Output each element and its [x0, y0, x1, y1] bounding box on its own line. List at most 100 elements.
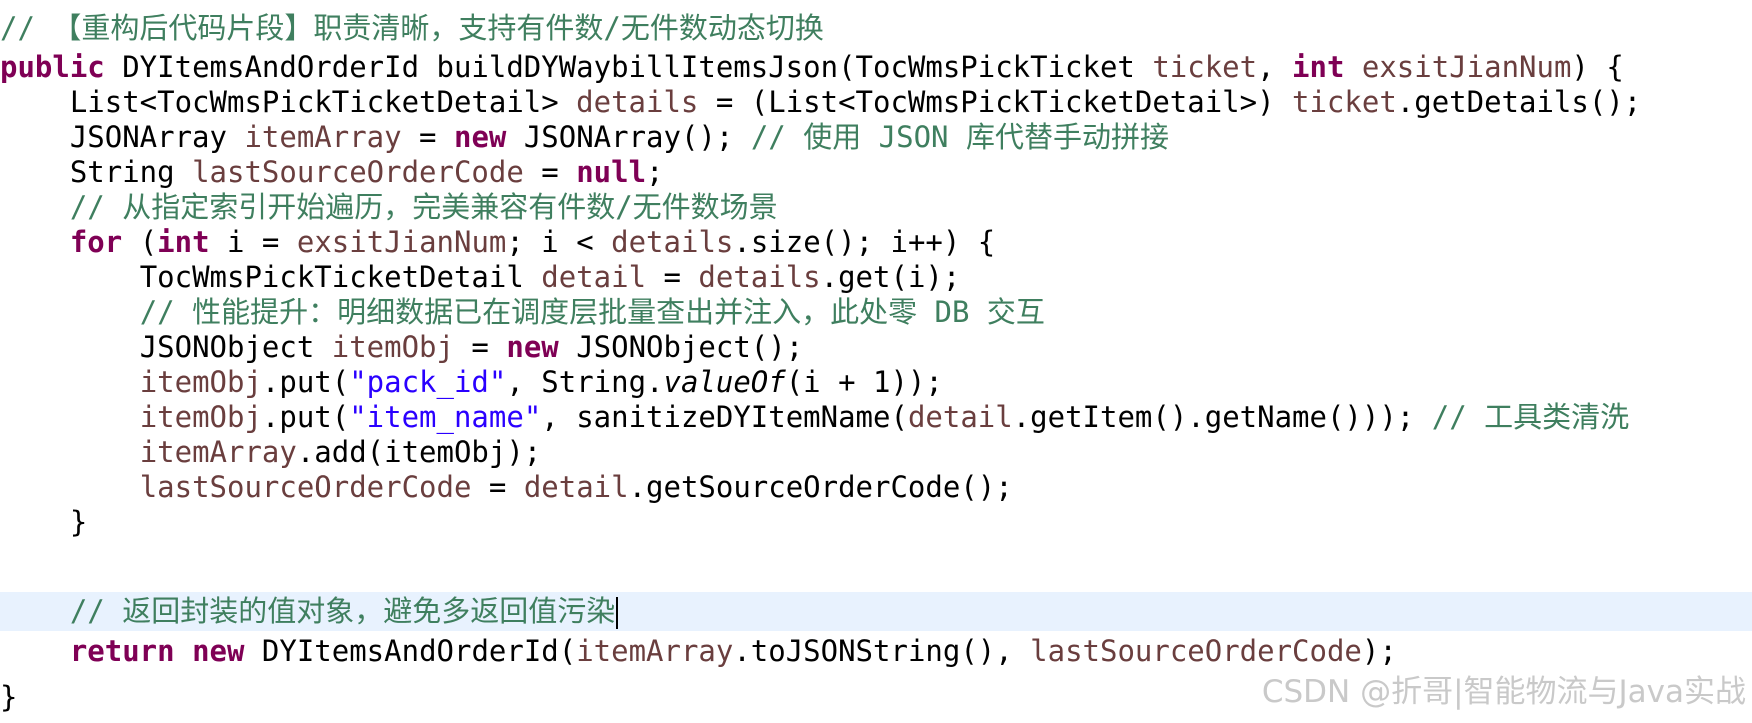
code-line-15[interactable]: } [0, 503, 1752, 542]
var-detail: detail [541, 260, 647, 294]
var-lastSourceOrderCode: lastSourceOrderCode [192, 155, 524, 189]
code-text: .getSourceOrderCode(); [628, 470, 1013, 504]
code-text: String [69, 155, 193, 189]
code-text: .get(i); [820, 260, 961, 294]
var-itemObj: itemObj [139, 400, 262, 434]
code-text: JSONObject [139, 330, 332, 364]
code-line-2[interactable]: public DYItemsAndOrderId buildDYWaybillI… [0, 48, 1752, 87]
comment: // 性能提升：明细数据已在调度层批量查出并注入，此处零 DB 交互 [139, 295, 1045, 329]
code-line-6[interactable]: // 从指定索引开始遍历，完美兼容有件数/无件数场景 [0, 188, 1752, 227]
var-itemObj: itemObj [331, 330, 454, 364]
comment: // 返回封装的值对象，避免多返回值污染 [69, 594, 616, 628]
code-text: ); [1361, 634, 1397, 668]
var-details: details [576, 85, 699, 119]
code-line-14[interactable]: lastSourceOrderCode = detail.getSourceOr… [0, 468, 1752, 507]
code-line-11[interactable]: itemObj.put("pack_id", String.valueOf(i … [0, 363, 1752, 402]
code-line-3[interactable]: List<TocWmsPickTicketDetail> details = (… [0, 83, 1752, 122]
var-itemArray: itemArray [139, 435, 297, 469]
keyword-return: return [69, 634, 175, 668]
code-text: JSONObject(); [558, 330, 804, 364]
keyword-new: new [453, 120, 507, 154]
string-literal: "item_name" [349, 400, 542, 434]
code-text: List<TocWmsPickTicketDetail> [69, 85, 577, 119]
code-text: = [453, 330, 507, 364]
code-text: , [1257, 50, 1293, 84]
keyword-int: int [1292, 50, 1345, 84]
var-detail: detail [523, 470, 629, 504]
code-editor[interactable]: // 【重构后代码片段】职责清晰，支持有件数/无件数动态切换 public DY… [0, 0, 1752, 723]
code-text: .toJSONString(), [733, 634, 1031, 668]
code-text: .put( [261, 400, 350, 434]
string-literal: "pack_id" [349, 365, 507, 399]
closing-brace: } [0, 680, 18, 714]
static-method-valueOf: valueOf [663, 365, 786, 399]
code-line-9[interactable]: // 性能提升：明细数据已在调度层批量查出并注入，此处零 DB 交互 [0, 293, 1752, 332]
code-text: JSONArray [69, 120, 245, 154]
var-lastSourceOrderCode: lastSourceOrderCode [139, 470, 472, 504]
var-itemArray: itemArray [576, 634, 734, 668]
var-itemObj: itemObj [139, 365, 262, 399]
code-text: .getItem().getName())); [1012, 400, 1432, 434]
comment: // 【重构后代码片段】职责清晰，支持有件数/无件数动态切换 [0, 11, 824, 45]
keyword-for: for [69, 225, 123, 259]
code-text: = [401, 120, 454, 154]
code-line-1[interactable]: // 【重构后代码片段】职责清晰，支持有件数/无件数动态切换 [0, 9, 1752, 48]
code-text: = (List<TocWmsPickTicketDetail>) [698, 85, 1293, 119]
var-detail: detail [907, 400, 1013, 434]
code-text: , sanitizeDYItemName( [541, 400, 908, 434]
code-text: DYItemsAndOrderId buildDYWaybillItemsJso… [104, 50, 1153, 84]
code-text: ( [122, 225, 158, 259]
var-details: details [611, 225, 734, 259]
var-lastSourceOrderCode: lastSourceOrderCode [1030, 634, 1362, 668]
code-text: i = [209, 225, 297, 259]
code-line-7[interactable]: for (int i = exsitJianNum; i < details.s… [0, 223, 1752, 262]
code-text: .size(); i++) { [733, 225, 996, 259]
code-text: .add(itemObj); [296, 435, 542, 469]
code-text: .getDetails(); [1396, 85, 1642, 119]
code-text: DYItemsAndOrderId( [244, 634, 577, 668]
comment: // 工具类清洗 [1431, 400, 1630, 434]
code-text: ; [646, 155, 664, 189]
code-line-8[interactable]: TocWmsPickTicketDetail detail = details.… [0, 258, 1752, 297]
code-line-10[interactable]: JSONObject itemObj = new JSONObject(); [0, 328, 1752, 367]
var-details: details [698, 260, 821, 294]
code-text: , String. [506, 365, 664, 399]
code-text: = [471, 470, 524, 504]
keyword-int: int [157, 225, 210, 259]
watermark: CSDN @折哥|智能物流与Java实战 [1261, 674, 1746, 710]
code-line-16-current[interactable]: // 返回封装的值对象，避免多返回值污染 [0, 592, 1752, 631]
code-text: .put( [261, 365, 350, 399]
code-line-17[interactable]: return new DYItemsAndOrderId(itemArray.t… [0, 632, 1752, 671]
code-line-12[interactable]: itemObj.put("item_name", sanitizeDYItemN… [0, 398, 1752, 437]
comment: // 从指定索引开始遍历，完美兼容有件数/无件数场景 [69, 190, 778, 224]
code-text: ) { [1571, 50, 1624, 84]
code-text: TocWmsPickTicketDetail [139, 260, 542, 294]
code-line-4[interactable]: JSONArray itemArray = new JSONArray(); /… [0, 118, 1752, 157]
code-text: = [646, 260, 699, 294]
closing-brace: } [69, 505, 88, 539]
text-caret [616, 597, 619, 629]
code-line-5[interactable]: String lastSourceOrderCode = null; [0, 153, 1752, 192]
code-line-13[interactable]: itemArray.add(itemObj); [0, 433, 1752, 472]
keyword-new: new [506, 330, 559, 364]
param-ticket: ticket [1152, 50, 1258, 84]
code-text: ; i < [506, 225, 612, 259]
code-text: = [523, 155, 577, 189]
code-text: JSONArray(); [506, 120, 751, 154]
